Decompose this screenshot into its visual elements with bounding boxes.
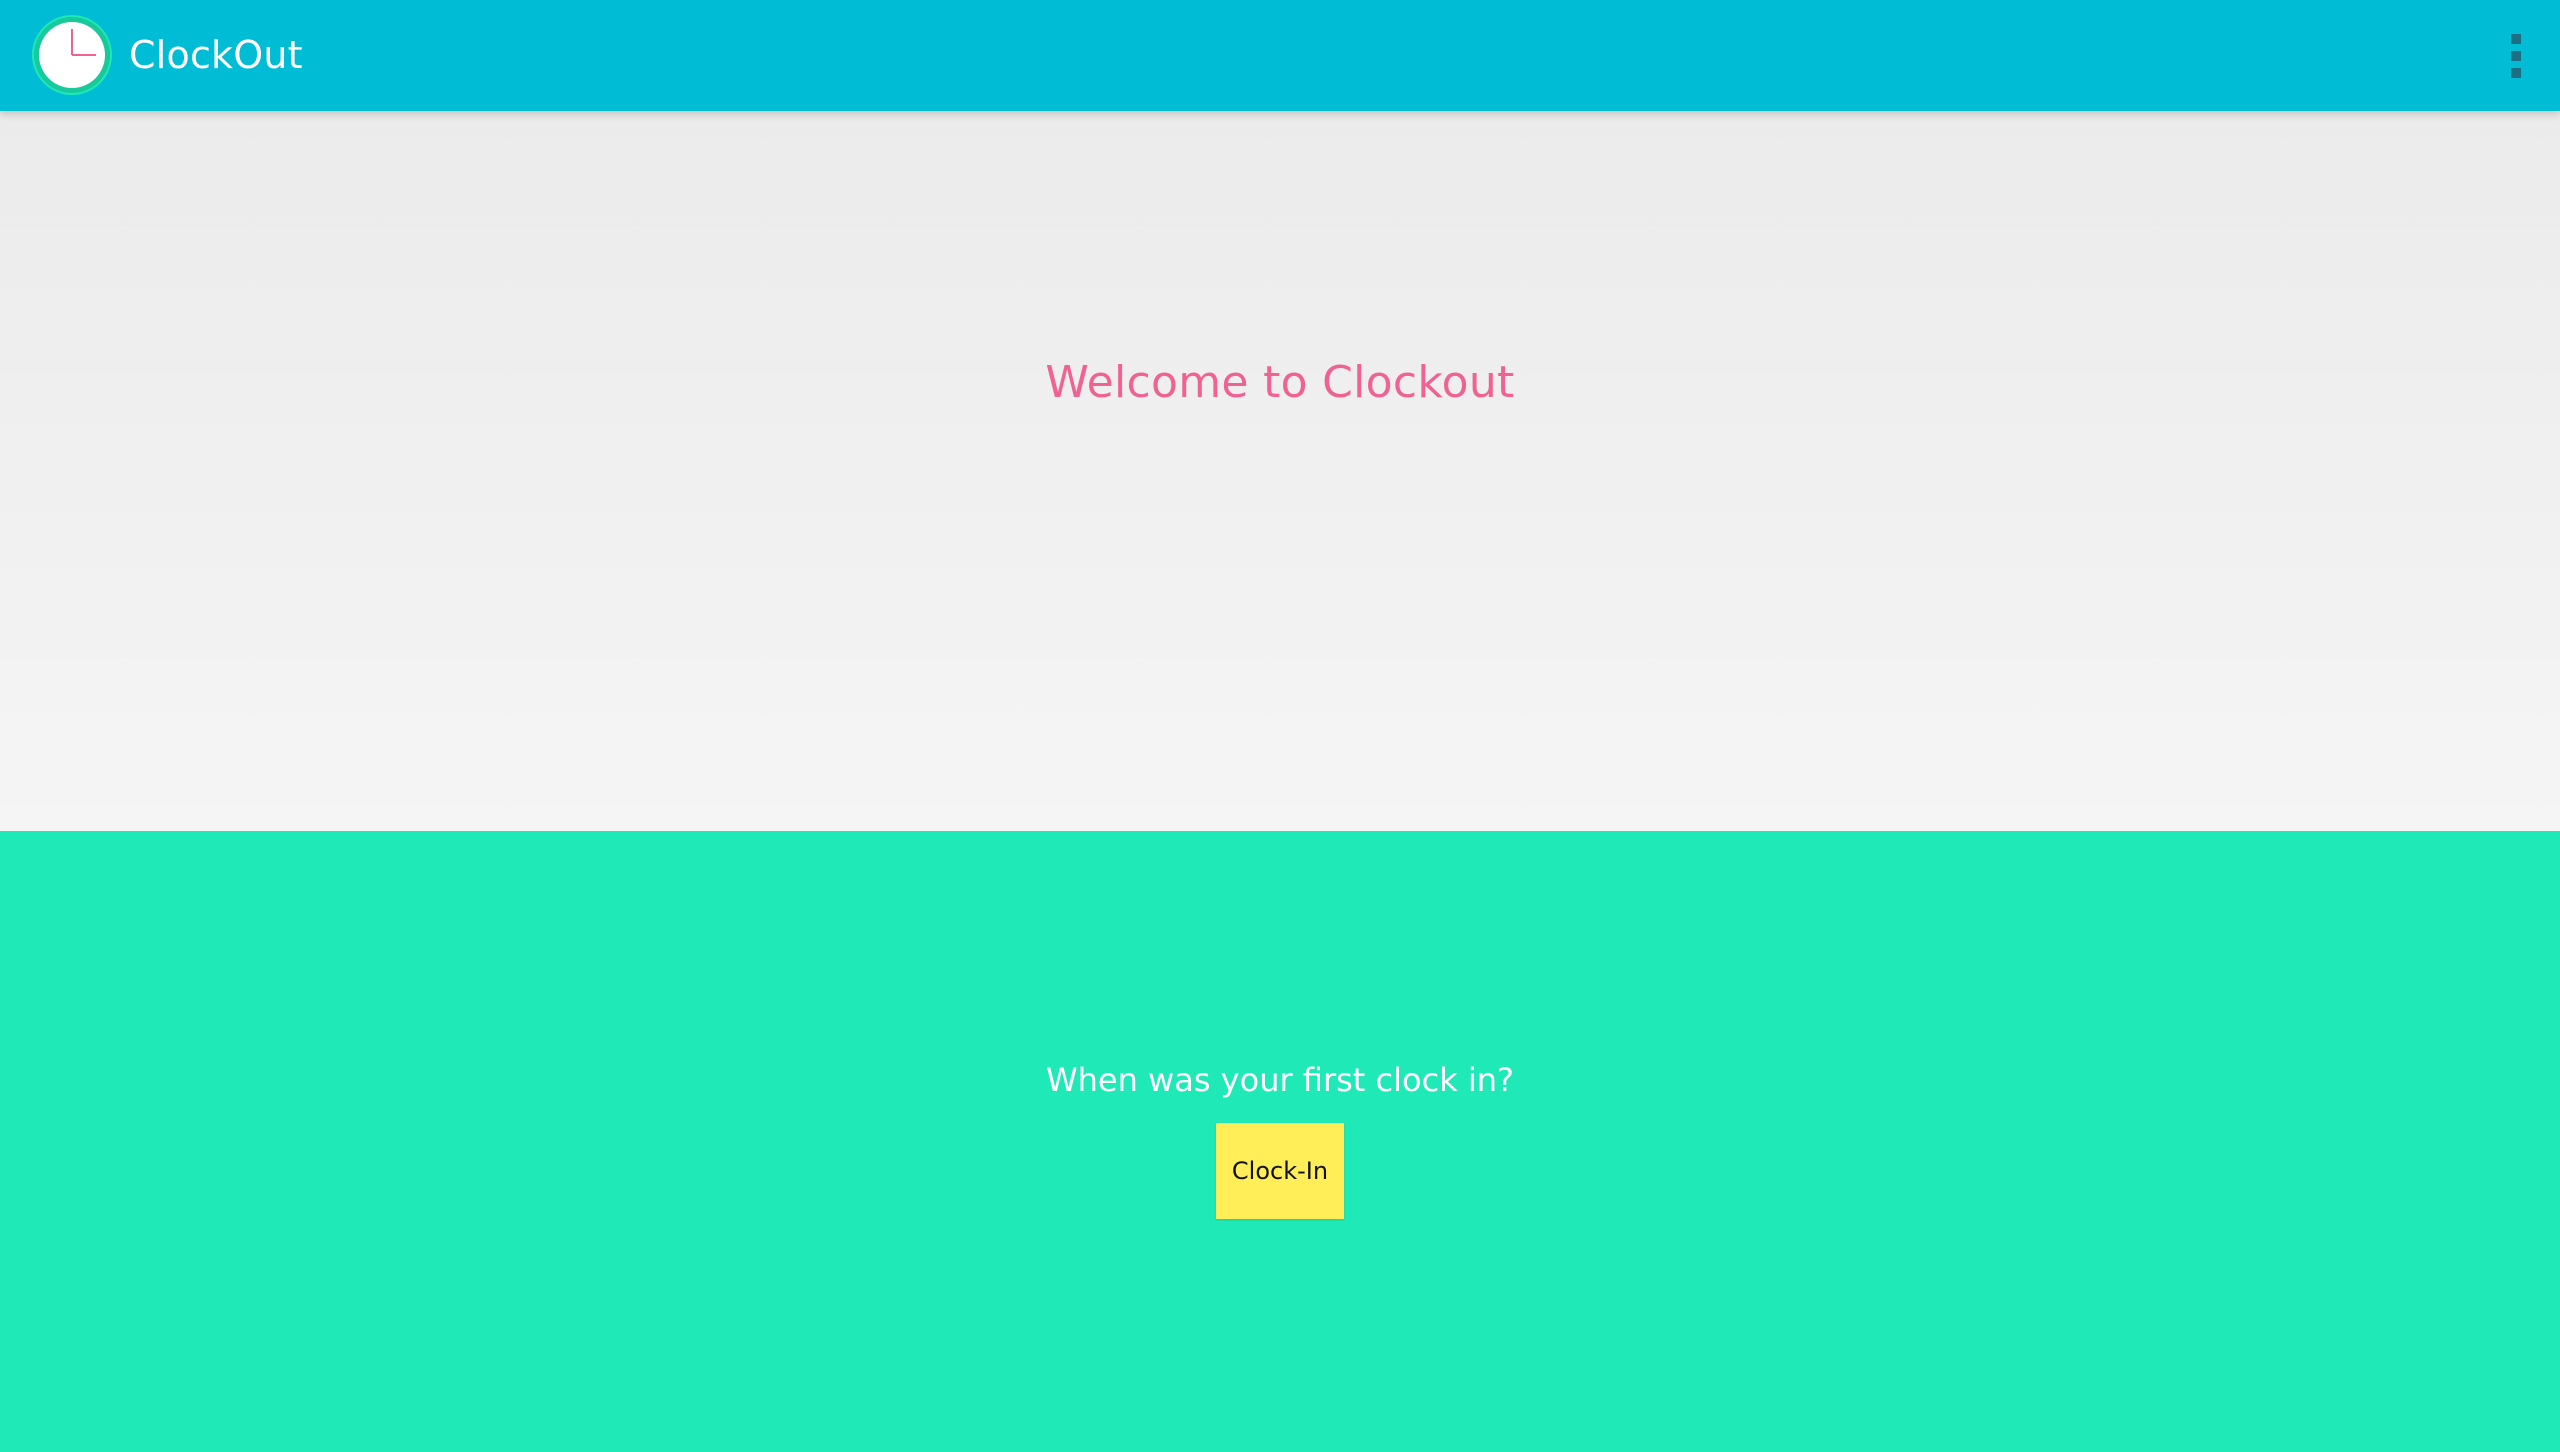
- menu-dot: [2511, 51, 2521, 61]
- app-title: ClockOut: [129, 33, 303, 77]
- welcome-heading: Welcome to Clockout: [1045, 357, 1515, 408]
- welcome-panel: Welcome to Clockout: [0, 111, 2560, 831]
- clock-in-button[interactable]: Clock-In: [1216, 1123, 1344, 1219]
- clock-in-panel: When was your first clock in? Clock-In: [0, 831, 2560, 1452]
- app-root: ClockOut Welcome to Clockout When was yo…: [0, 0, 2560, 1452]
- menu-dot: [2511, 68, 2521, 78]
- clock-in-question: When was your first clock in?: [1045, 1061, 1515, 1099]
- menu-dot: [2511, 34, 2521, 44]
- more-vertical-icon[interactable]: [2496, 28, 2536, 84]
- clock-icon: [31, 14, 113, 96]
- app-bar: ClockOut: [0, 0, 2560, 111]
